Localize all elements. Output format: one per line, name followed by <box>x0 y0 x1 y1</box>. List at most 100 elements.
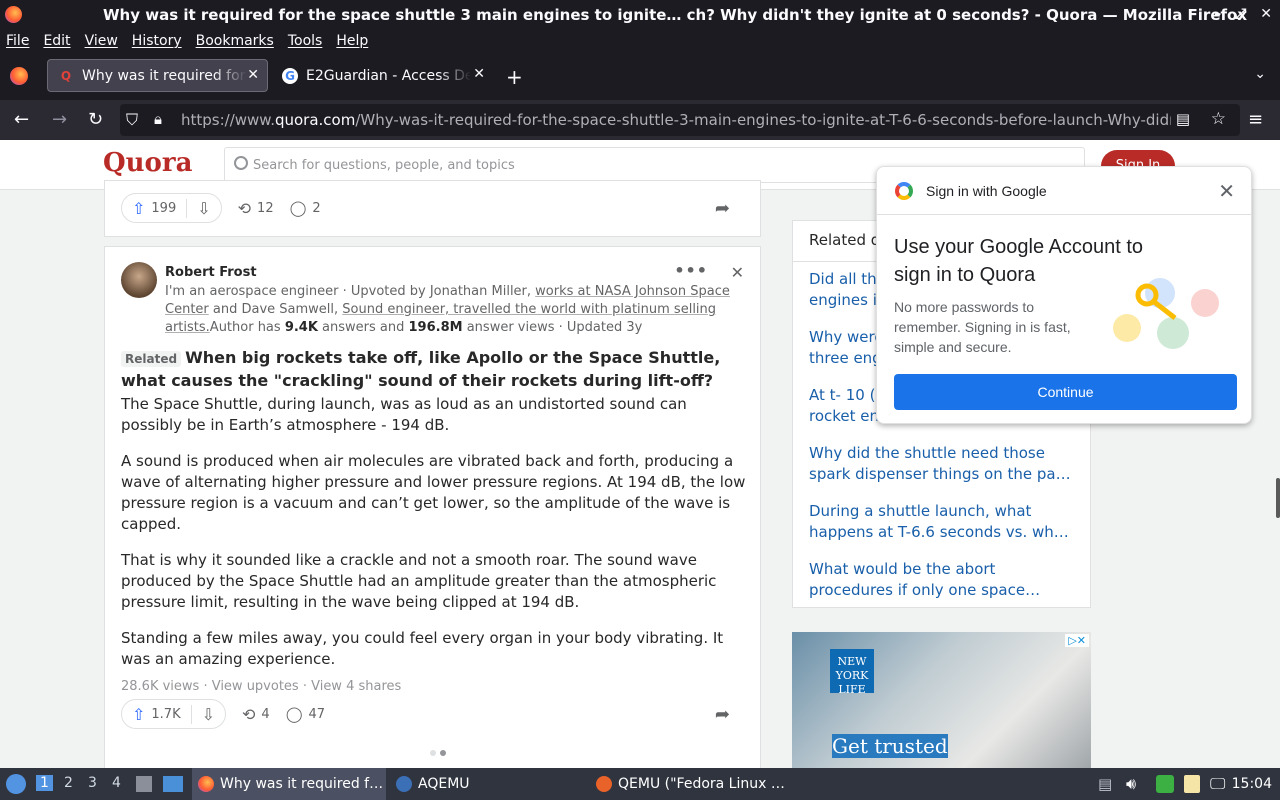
pagination-dots <box>430 750 446 756</box>
window-titlebar: Why was it required for the space shuttl… <box>0 0 1280 30</box>
close-tab-icon[interactable]: ✕ <box>247 67 259 83</box>
related-heading: Related q <box>809 231 881 249</box>
menu-help[interactable]: Help <box>336 33 368 49</box>
google-logo-icon <box>895 182 913 200</box>
close-tab-icon[interactable]: ✕ <box>473 66 485 82</box>
reshare-icon: ⟲ <box>242 704 256 724</box>
ad-tagline: Get trusted <box>832 734 948 758</box>
previous-answer-card: ⇧ 199 ⇩ ⟲ 12 ◯ 2 ➦ <box>104 180 761 237</box>
lock-icon[interactable]: 🔒︎ <box>154 110 162 128</box>
workspace-2[interactable]: 2 <box>64 775 73 791</box>
minimize-button[interactable]: – <box>1214 6 1221 22</box>
downvote-button[interactable]: ⇩ <box>190 704 225 724</box>
taskbar-window-aqemu[interactable]: AQEMU <box>396 768 470 800</box>
start-menu-icon[interactable] <box>6 774 26 794</box>
workspace-4[interactable]: 4 <box>112 775 121 791</box>
menu-edit[interactable]: Edit <box>43 33 70 49</box>
upvote-button[interactable]: ⇧ 199 <box>122 199 186 218</box>
taskbar-window-qemu[interactable]: QEMU ("Fedora Linux … <box>596 768 785 800</box>
comment-icon: ◯ <box>285 705 303 723</box>
navigation-toolbar: ← → ↻ ⛉ 🔒︎ https://www.quora.com/Why-was… <box>0 100 1280 140</box>
firefox-view-icon[interactable] <box>10 67 28 85</box>
firefox-icon <box>198 776 214 792</box>
close-icon[interactable]: ✕ <box>731 263 744 282</box>
reshare-icon: ⟲ <box>237 198 252 218</box>
workspace-3[interactable]: 3 <box>88 775 97 791</box>
tab-label: Why was it required for the <box>82 67 247 84</box>
comments-button[interactable]: ◯ 2 <box>290 199 321 217</box>
update-icon[interactable] <box>1156 775 1174 793</box>
menubar: File Edit View History Bookmarks Tools H… <box>0 30 1280 52</box>
show-desktop-icon[interactable] <box>163 776 183 792</box>
network-icon[interactable]: ▤ <box>1098 775 1112 793</box>
taskbar-window-firefox[interactable]: Why was it required f… <box>192 768 386 800</box>
author-credentials: I'm an aerospace engineer · Upvoted by J… <box>165 284 730 335</box>
avatar[interactable] <box>121 262 157 298</box>
dot-active[interactable] <box>440 750 446 756</box>
scrollbar-thumb[interactable] <box>1276 478 1280 518</box>
menu-file[interactable]: File <box>6 33 29 49</box>
downvote-button[interactable]: ⇩ <box>186 198 220 218</box>
related-question-title[interactable]: Related When big rockets take off, like A… <box>121 347 746 392</box>
advertisement[interactable]: NEW YORK LIFE ▷✕ Get trusted <box>792 632 1091 768</box>
ad-logo: NEW YORK LIFE <box>830 649 874 696</box>
app-menu-icon[interactable]: ≡ <box>1248 109 1263 130</box>
quora-favicon-icon: Q <box>60 68 72 83</box>
comment-icon: ◯ <box>289 199 307 217</box>
more-options-icon[interactable]: ••• <box>674 261 708 280</box>
notes-icon[interactable] <box>1184 775 1200 793</box>
url-bar[interactable]: ⛉ 🔒︎ https://www.quora.com/Why-was-it-re… <box>120 104 1240 136</box>
tab-quora[interactable]: Q Why was it required for the ✕ <box>47 59 268 92</box>
menu-bookmarks[interactable]: Bookmarks <box>196 33 274 49</box>
menu-tools[interactable]: Tools <box>288 33 323 49</box>
related-question-link[interactable]: What would be the abort procedures if on… <box>809 559 1079 601</box>
qemu-icon <box>596 776 612 792</box>
close-icon[interactable]: ✕ <box>1218 179 1235 203</box>
search-placeholder: Search for questions, people, and topics <box>253 158 515 173</box>
taskbar: 1 2 3 4 Why was it required f… AQEMU QEM… <box>0 768 1280 800</box>
share-icon[interactable]: ➦ <box>715 198 730 219</box>
key-illustration-icon <box>1113 278 1219 349</box>
tab-bar: Q Why was it required for the ✕ G E2Guar… <box>0 52 1280 100</box>
shield-icon[interactable]: ⛉ <box>126 110 138 130</box>
workspace-1[interactable]: 1 <box>36 775 53 791</box>
back-icon[interactable]: ← <box>14 109 29 130</box>
quora-logo[interactable]: Quora <box>103 148 192 178</box>
ad-choices-icon[interactable]: ▷✕ <box>1065 634 1089 647</box>
google-favicon-icon: G <box>282 67 298 84</box>
menu-view[interactable]: View <box>85 33 118 49</box>
clock[interactable]: 15:04 <box>1232 776 1272 792</box>
dot[interactable] <box>430 750 436 756</box>
popup-description: No more passwords to remember. Signing i… <box>894 299 1071 355</box>
answer-paragraph: The Space Shuttle, during launch, was as… <box>121 395 687 434</box>
share-count-button[interactable]: ⟲ 4 <box>242 705 270 724</box>
answer-paragraph: That is why it sounded like a crackle an… <box>121 551 717 611</box>
volume-icon[interactable]: 🔊︎ <box>1126 774 1136 794</box>
answer-meta[interactable]: 28.6K views · View upvotes · View 4 shar… <box>121 679 401 694</box>
display-icon[interactable]: 🖵 <box>1210 774 1225 794</box>
forward-icon[interactable]: → <box>52 109 67 130</box>
bookmark-star-icon[interactable]: ☆ <box>1211 109 1226 129</box>
tab-label: E2Guardian - Access Den <box>306 67 471 84</box>
share-count-button[interactable]: ⟲ 12 <box>238 199 274 218</box>
related-question-link[interactable]: During a shuttle launch, what happens at… <box>809 501 1079 543</box>
share-icon[interactable]: ➦ <box>715 704 730 725</box>
window-title: Why was it required for the space shuttl… <box>103 6 1247 24</box>
reader-view-icon[interactable]: ▤ <box>1176 110 1190 128</box>
list-all-tabs-icon[interactable]: ⌄ <box>1254 66 1266 82</box>
url-text[interactable]: https://www.quora.com/Why-was-it-require… <box>181 111 1171 129</box>
comments-button[interactable]: ◯ 47 <box>286 705 325 723</box>
close-window-button[interactable]: ✕ <box>1260 6 1272 22</box>
maximize-button[interactable]: ⤢ <box>1235 6 1246 22</box>
answer-body: The Space Shuttle, during launch, was as… <box>121 394 749 685</box>
reload-icon[interactable]: ↻ <box>88 109 103 130</box>
tab-e2guardian[interactable]: G E2Guardian - Access Den ✕ <box>272 59 493 92</box>
author-name[interactable]: Robert Frost <box>165 265 257 280</box>
related-badge: Related <box>121 351 182 367</box>
related-question-link[interactable]: Why did the shuttle need those spark dis… <box>809 443 1079 485</box>
continue-button[interactable]: Continue <box>894 374 1237 410</box>
new-tab-button[interactable]: + <box>506 65 523 89</box>
file-manager-icon[interactable] <box>136 776 152 792</box>
menu-history[interactable]: History <box>132 33 182 49</box>
upvote-button[interactable]: ⇧ 1.7K <box>122 705 191 724</box>
